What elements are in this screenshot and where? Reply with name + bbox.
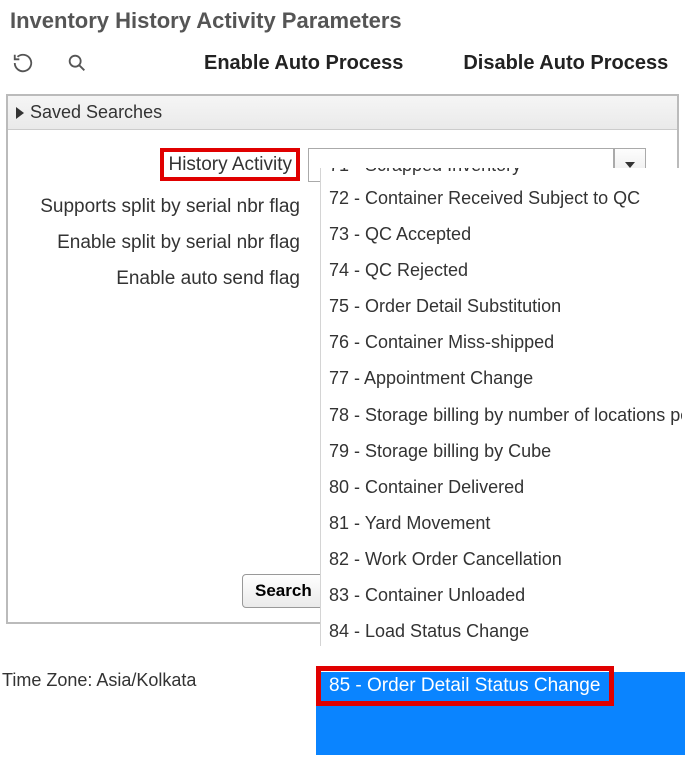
dropdown-option[interactable]: 72 - Container Received Subject to QC	[321, 180, 682, 216]
label-enable-auto-send: Enable auto send flag	[18, 268, 308, 290]
dropdown-option[interactable]: 74 - QC Rejected	[321, 252, 682, 288]
dropdown-option[interactable]: 78 - Storage billing by number of locati…	[321, 397, 682, 433]
dropdown-option-highlighted[interactable]: 85 - Order Detail Status Change	[316, 666, 614, 706]
label-supports-split: Supports split by serial nbr flag	[18, 196, 308, 218]
label-history-activity-text: History Activity	[160, 148, 300, 181]
enable-auto-process-button[interactable]: Enable Auto Process	[204, 52, 403, 75]
expand-icon	[16, 107, 24, 119]
toolbar-icons	[10, 50, 180, 76]
search-button-wrap: Search	[242, 574, 325, 608]
saved-searches-header[interactable]: Saved Searches	[8, 96, 677, 130]
disable-auto-process-button[interactable]: Disable Auto Process	[463, 52, 668, 75]
timezone-footer: Time Zone: Asia/Kolkata	[2, 670, 196, 691]
dropdown-option[interactable]: 79 - Storage billing by Cube	[321, 433, 682, 469]
dropdown-option[interactable]: 83 - Container Unloaded	[321, 577, 682, 613]
label-history-activity: History Activity	[18, 154, 308, 176]
dropdown-option[interactable]: 75 - Order Detail Substitution	[321, 288, 682, 324]
dropdown-option[interactable]: 77 - Appointment Change	[321, 360, 682, 396]
dropdown-option[interactable]: 80 - Container Delivered	[321, 469, 682, 505]
dropdown-option[interactable]: 82 - Work Order Cancellation	[321, 541, 682, 577]
dropdown-option[interactable]: 81 - Yard Movement	[321, 505, 682, 541]
history-activity-dropdown-list: 71 - Scrapped Inventory 72 - Container R…	[320, 168, 682, 646]
dropdown-option[interactable]: 71 - Scrapped Inventory	[321, 168, 682, 180]
refresh-icon[interactable]	[10, 50, 36, 76]
saved-searches-label: Saved Searches	[30, 102, 162, 123]
page-title: Inventory History Activity Parameters	[0, 0, 685, 40]
toolbar: Enable Auto Process Disable Auto Process	[0, 40, 685, 94]
dropdown-option[interactable]: 84 - Load Status Change	[321, 613, 682, 646]
search-panel: Saved Searches History Activity Supports…	[6, 94, 679, 624]
toolbar-actions: Enable Auto Process Disable Auto Process	[204, 52, 668, 75]
search-icon[interactable]	[64, 50, 90, 76]
search-button[interactable]: Search	[242, 574, 325, 608]
dropdown-option[interactable]: 76 - Container Miss-shipped	[321, 324, 682, 360]
label-enable-split: Enable split by serial nbr flag	[18, 232, 308, 254]
dropdown-option-highlighted-wrap: 85 - Order Detail Status Change	[316, 666, 685, 757]
dropdown-option[interactable]: 73 - QC Accepted	[321, 216, 682, 252]
